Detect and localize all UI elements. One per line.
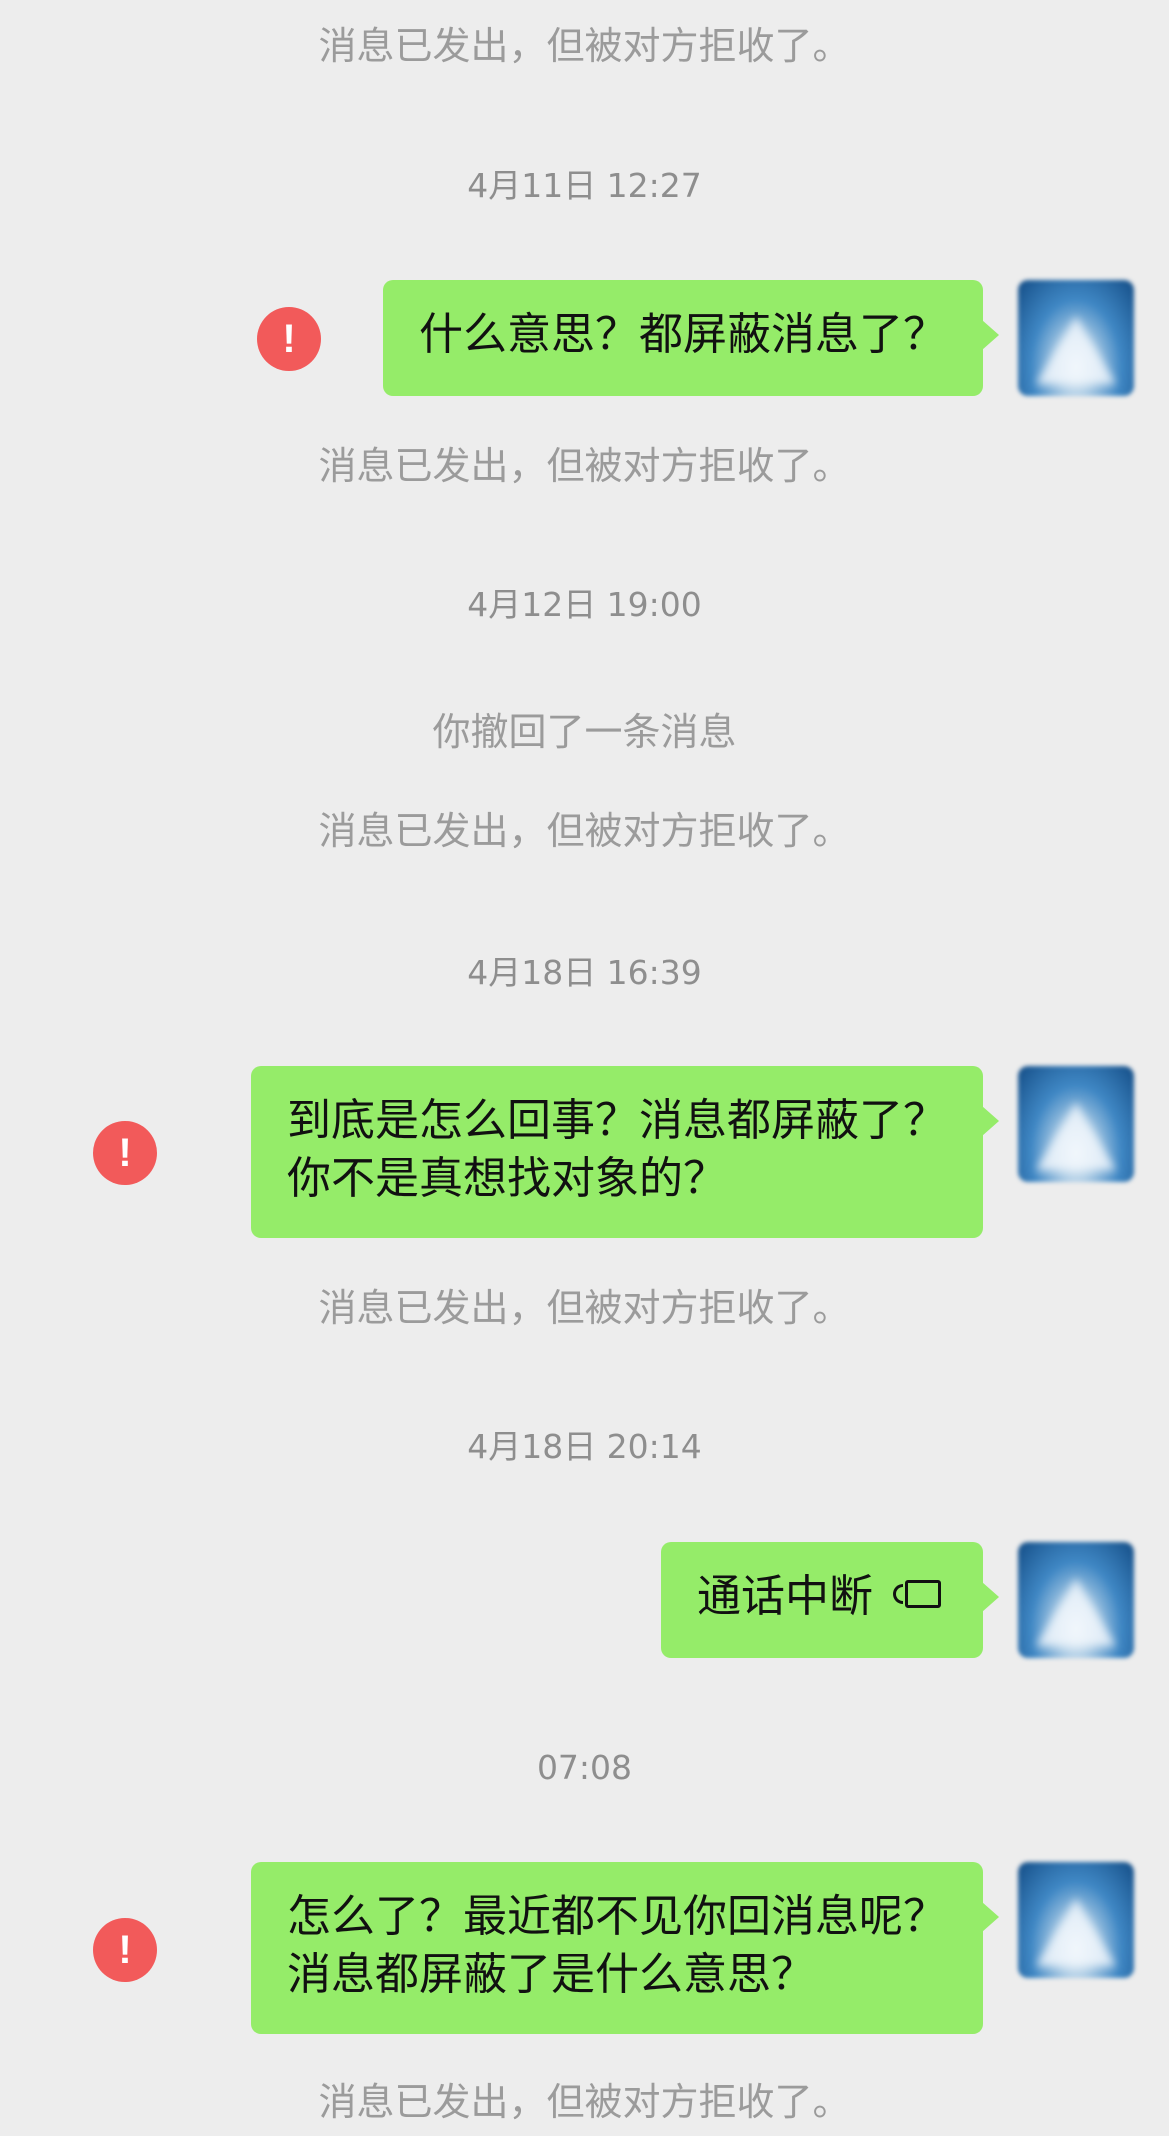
call-status-text: 通话中断	[697, 1571, 873, 1622]
recall-notice: 你撤回了一条消息	[432, 710, 737, 754]
timestamp: 4月11日 12:27	[467, 166, 702, 205]
timestamp: 4月18日 20:14	[467, 1427, 702, 1466]
timestamp: 07:08	[536, 1748, 633, 1787]
rejected-notice: 消息已发出，但被对方拒收了。	[318, 1286, 851, 1330]
send-failed-icon[interactable]: !	[257, 307, 321, 371]
send-failed-icon[interactable]: !	[93, 1121, 157, 1185]
avatar-image	[1036, 1102, 1116, 1170]
rejected-notice: 消息已发出，但被对方拒收了。	[318, 24, 851, 68]
message-line: 什么意思？都屏蔽消息了？	[419, 309, 947, 360]
call-ended-bubble[interactable]: 通话中断	[661, 1542, 999, 1658]
video-call-icon	[893, 1578, 947, 1612]
send-failed-icon[interactable]: !	[93, 1918, 157, 1982]
avatar-image	[1036, 1898, 1116, 1966]
message-line: 到底是怎么回事？消息都屏蔽了？	[287, 1095, 947, 1146]
avatar-image	[1036, 316, 1116, 384]
rejected-notice: 消息已发出，但被对方拒收了。	[318, 2080, 851, 2124]
message-line: 怎么了？最近都不见你回消息呢？	[287, 1891, 947, 1942]
user-avatar[interactable]	[1018, 1066, 1134, 1182]
sent-message-bubble[interactable]: 到底是怎么回事？消息都屏蔽了？ 你不是真想找对象的？	[251, 1066, 999, 1238]
sent-message-bubble[interactable]: 怎么了？最近都不见你回消息呢？ 消息都屏蔽了是什么意思？	[251, 1862, 999, 2034]
message-line: 你不是真想找对象的？	[287, 1153, 727, 1204]
timestamp: 4月18日 16:39	[467, 953, 702, 992]
user-avatar[interactable]	[1018, 1862, 1134, 1978]
rejected-notice: 消息已发出，但被对方拒收了。	[318, 809, 851, 853]
timestamp: 4月12日 19:00	[467, 585, 702, 624]
user-avatar[interactable]	[1018, 1542, 1134, 1658]
sent-message-bubble[interactable]: 什么意思？都屏蔽消息了？	[383, 280, 999, 396]
avatar-image	[1036, 1578, 1116, 1646]
user-avatar[interactable]	[1018, 280, 1134, 396]
message-line: 消息都屏蔽了是什么意思？	[287, 1949, 815, 2000]
rejected-notice: 消息已发出，但被对方拒收了。	[318, 444, 851, 488]
